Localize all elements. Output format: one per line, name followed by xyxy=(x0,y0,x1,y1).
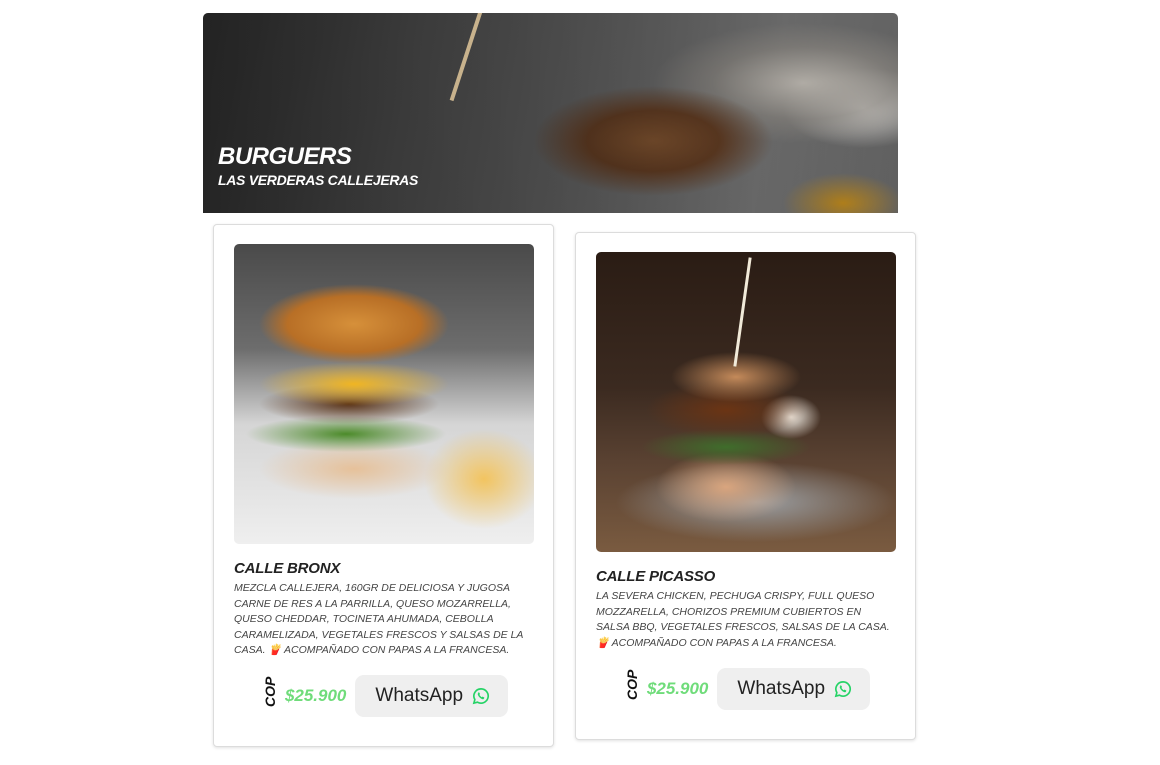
product-price: $25.900 xyxy=(284,686,347,705)
product-price: $25.900 xyxy=(646,679,709,698)
product-image xyxy=(596,252,896,552)
whatsapp-order-button[interactable]: WhatsApp xyxy=(717,668,871,710)
image-decoration xyxy=(733,257,752,367)
whatsapp-order-button[interactable]: WhatsApp xyxy=(355,675,509,717)
whatsapp-button-label: WhatsApp xyxy=(737,678,826,699)
product-description: LA SEVERA CHICKEN, PECHUGA CRISPY, FULL … xyxy=(596,590,890,649)
category-title: BURGUERS xyxy=(218,143,352,170)
whatsapp-button-label: WhatsApp xyxy=(375,685,464,706)
price-row: COP $25.900 WhatsApp xyxy=(214,675,553,717)
product-card: CALLE PICASSO LA SEVERA CHICKEN, PECHUGA… xyxy=(575,232,916,740)
product-card: CALLE BRONX MEZCLA CALLEJERA, 160GR DE D… xyxy=(213,224,554,747)
product-name: CALLE PICASSO xyxy=(596,568,716,585)
price-row: COP $25.900 WhatsApp xyxy=(576,668,915,710)
category-subtitle: LAS VERDERAS CALLEJERAS xyxy=(218,172,419,188)
whatsapp-icon xyxy=(472,688,490,705)
product-description: MEZCLA CALLEJERA, 160GR DE DELICIOSA Y J… xyxy=(234,582,524,656)
currency-label: COP xyxy=(261,676,278,707)
whatsapp-icon xyxy=(834,681,852,698)
currency-label: COP xyxy=(623,669,640,700)
banner-image-decoration xyxy=(449,13,485,102)
category-banner: BURGUERS LAS VERDERAS CALLEJERAS xyxy=(203,13,898,213)
banner-text: BURGUERS LAS VERDERAS CALLEJERAS xyxy=(218,143,418,189)
product-image xyxy=(234,244,534,544)
product-name: CALLE BRONX xyxy=(234,560,341,577)
